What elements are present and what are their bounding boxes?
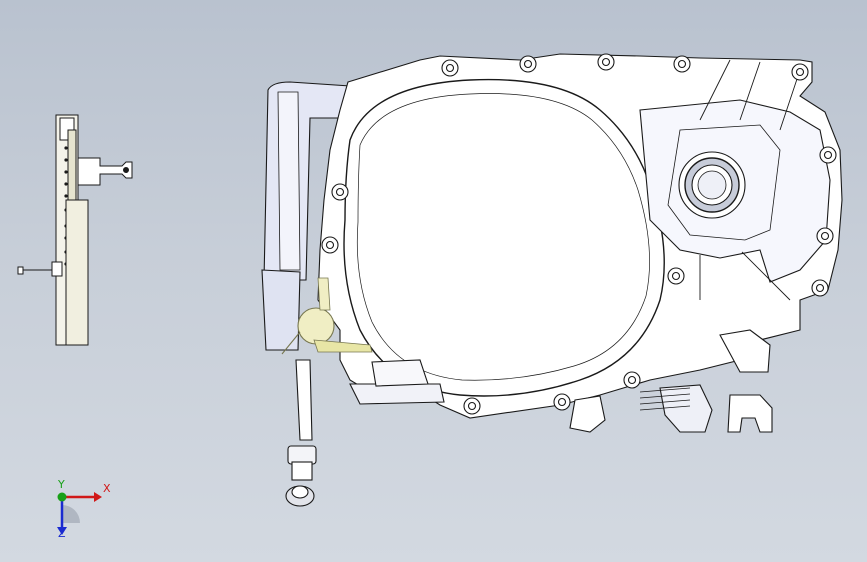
- gearbox-housing-part[interactable]: [261, 53, 843, 507]
- cad-model-view: [17, 53, 843, 507]
- cad-3d-viewport[interactable]: X Y Z: [0, 0, 867, 562]
- x-axis-label: X: [103, 482, 111, 495]
- left-bracket-part[interactable]: [17, 114, 133, 346]
- z-axis-label: Z: [58, 527, 66, 540]
- y-axis-label: Y: [58, 478, 65, 491]
- coordinate-triad: X Y Z: [40, 475, 120, 545]
